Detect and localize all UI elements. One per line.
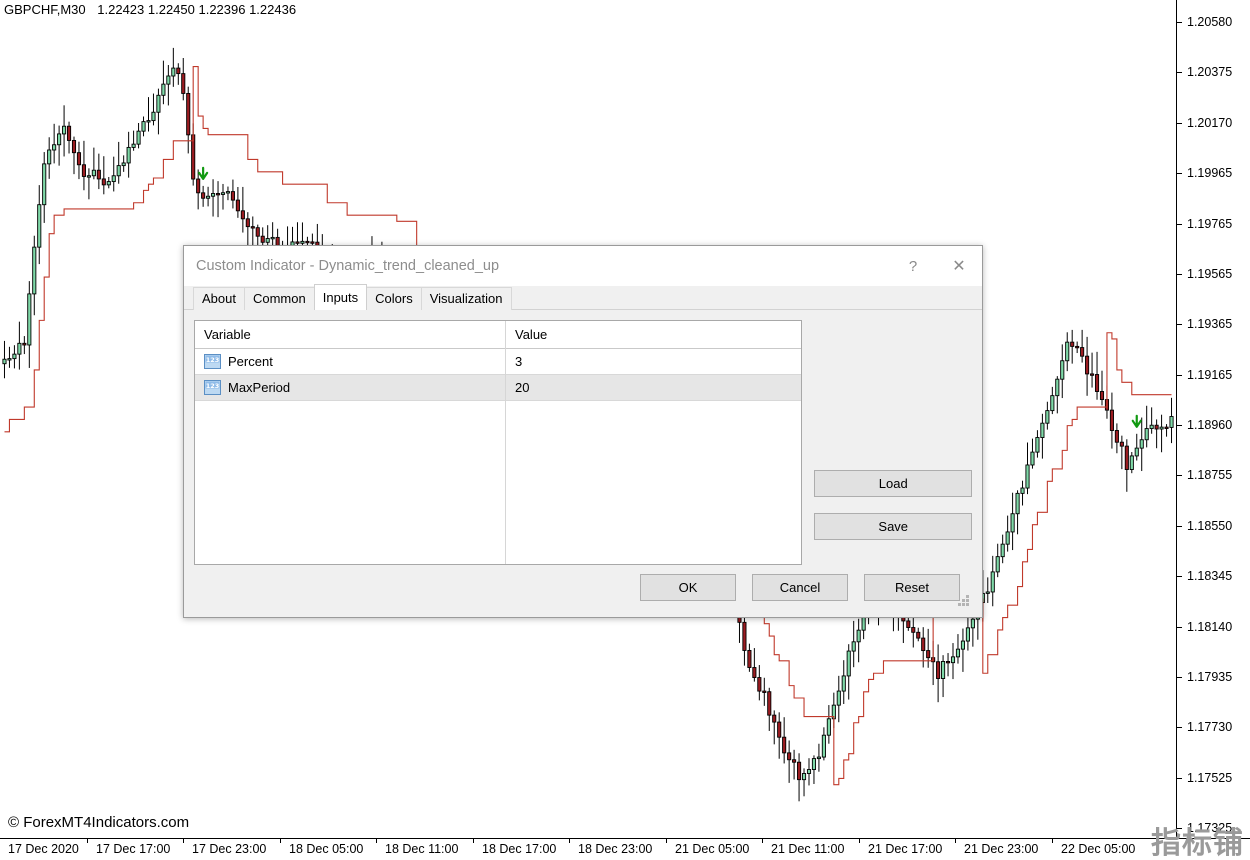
reset-button[interactable]: Reset xyxy=(864,573,960,601)
grid-header-row: Variable Value xyxy=(195,321,802,349)
tab-about[interactable]: About xyxy=(193,287,245,310)
time-tick-label: 21 Dec 23:00 xyxy=(954,838,1039,856)
load-button[interactable]: Load xyxy=(814,470,972,497)
price-tick-label: 1.18960 xyxy=(1177,418,1232,432)
time-tick-label: 17 Dec 23:00 xyxy=(182,838,267,856)
dialog-footer: OK Cancel Reset xyxy=(194,565,972,609)
price-axis[interactable]: 1.20580 1.20375 1.20170 1.19965 1.19765 1.195… xyxy=(1176,0,1250,838)
price-tick-label: 1.18345 xyxy=(1177,569,1232,583)
price-tick-label: 1.19365 xyxy=(1177,317,1232,331)
time-tick-label: 22 Dec 05:00 xyxy=(1051,838,1136,856)
column-header-variable: Variable xyxy=(204,327,251,342)
price-tick-label: 1.20580 xyxy=(1177,15,1232,29)
symbol-label: GBPCHF,M30 xyxy=(4,2,86,17)
mt4-chart-window: GBPCHF,M30 1.22423 1.22450 1.22396 1.224… xyxy=(0,0,1250,860)
price-tick-label: 1.17935 xyxy=(1177,670,1232,684)
dialog-title: Custom Indicator - Dynamic_trend_cleaned… xyxy=(196,258,500,274)
time-tick-label: 17 Dec 17:00 xyxy=(86,838,171,856)
time-tick-label: 18 Dec 23:00 xyxy=(568,838,653,856)
side-button-group: Load Save xyxy=(814,320,972,565)
save-button[interactable]: Save xyxy=(814,513,972,540)
time-tick-label: 21 Dec 05:00 xyxy=(665,838,750,856)
help-icon[interactable]: ? xyxy=(890,246,936,286)
time-tick-label: 18 Dec 11:00 xyxy=(375,838,459,856)
row-divider xyxy=(195,400,802,401)
resize-grip-icon[interactable] xyxy=(958,595,969,606)
tab-colors[interactable]: Colors xyxy=(366,287,422,310)
price-tick-label: 1.18550 xyxy=(1177,519,1232,533)
price-tick-label: 1.19565 xyxy=(1177,267,1232,281)
watermark-label: 指标铺 xyxy=(1151,826,1244,860)
svg-text:123: 123 xyxy=(206,356,220,364)
cancel-button[interactable]: Cancel xyxy=(752,573,848,601)
time-axis[interactable]: 17 Dec 2020 17 Dec 17:00 17 Dec 23:00 18 De… xyxy=(0,838,1250,860)
time-tick-label: 17 Dec 2020 xyxy=(0,838,79,856)
price-tick-label: 1.20170 xyxy=(1177,116,1232,130)
value-cell[interactable]: 20 xyxy=(505,375,801,400)
price-tick-label: 1.20375 xyxy=(1177,65,1232,79)
price-tick-label: 1.19765 xyxy=(1177,217,1232,231)
dialog-tabstrip[interactable]: About Common Inputs Colors Visualization xyxy=(184,284,982,310)
custom-indicator-dialog[interactable]: Custom Indicator - Dynamic_trend_cleaned… xyxy=(183,245,983,618)
inputs-tab-panel: Variable Value 123 Percent 3 123 MaxPeriod 20 L… xyxy=(184,310,982,617)
tab-inputs[interactable]: Inputs xyxy=(313,284,368,310)
variable-name-label: MaxPeriod xyxy=(228,380,291,395)
tab-common[interactable]: Common xyxy=(243,287,315,310)
grid-column-separator xyxy=(505,321,506,564)
number-type-icon: 123 xyxy=(204,380,221,395)
time-tick-label: 21 Dec 11:00 xyxy=(761,838,845,856)
table-row[interactable]: 123 Percent 3 xyxy=(195,349,801,374)
price-tick-label: 1.17525 xyxy=(1177,771,1232,785)
inputs-panel-inner: Variable Value 123 Percent 3 123 MaxPeriod 20 L… xyxy=(194,320,972,565)
price-tick-label: 1.19165 xyxy=(1177,368,1232,382)
variable-cell[interactable]: 123 MaxPeriod xyxy=(195,375,505,400)
column-header-value: Value xyxy=(515,327,548,342)
svg-text:123: 123 xyxy=(206,382,220,390)
dialog-titlebar[interactable]: Custom Indicator - Dynamic_trend_cleaned… xyxy=(184,246,982,286)
time-tick-label: 18 Dec 17:00 xyxy=(472,838,557,856)
value-cell[interactable]: 3 xyxy=(505,349,801,374)
price-tick-label: 1.18140 xyxy=(1177,620,1232,634)
time-tick-label: 18 Dec 05:00 xyxy=(279,838,364,856)
ohlc-values: 1.22423 1.22450 1.22396 1.22436 xyxy=(97,2,297,17)
number-type-icon: 123 xyxy=(204,354,221,369)
ok-button[interactable]: OK xyxy=(640,573,736,601)
titlebar-buttons: ? ✕ xyxy=(890,246,982,286)
inputs-grid[interactable]: Variable Value 123 Percent 3 123 MaxPeriod 20 xyxy=(194,320,803,565)
tab-visualization[interactable]: Visualization xyxy=(420,287,512,310)
variable-name-label: Percent xyxy=(228,354,273,369)
copyright-label: © ForexMT4Indicators.com xyxy=(8,814,190,831)
variable-cell[interactable]: 123 Percent xyxy=(195,349,505,374)
price-tick-label: 1.19965 xyxy=(1177,166,1232,180)
table-row[interactable]: 123 MaxPeriod 20 xyxy=(195,375,802,400)
time-tick-label: 21 Dec 17:00 xyxy=(858,838,943,856)
close-icon[interactable]: ✕ xyxy=(936,246,982,286)
price-tick-label: 1.18755 xyxy=(1177,468,1232,482)
price-tick-label: 1.17730 xyxy=(1177,720,1232,734)
symbol-info-header: GBPCHF,M30 1.22423 1.22450 1.22396 1.224… xyxy=(4,2,296,17)
